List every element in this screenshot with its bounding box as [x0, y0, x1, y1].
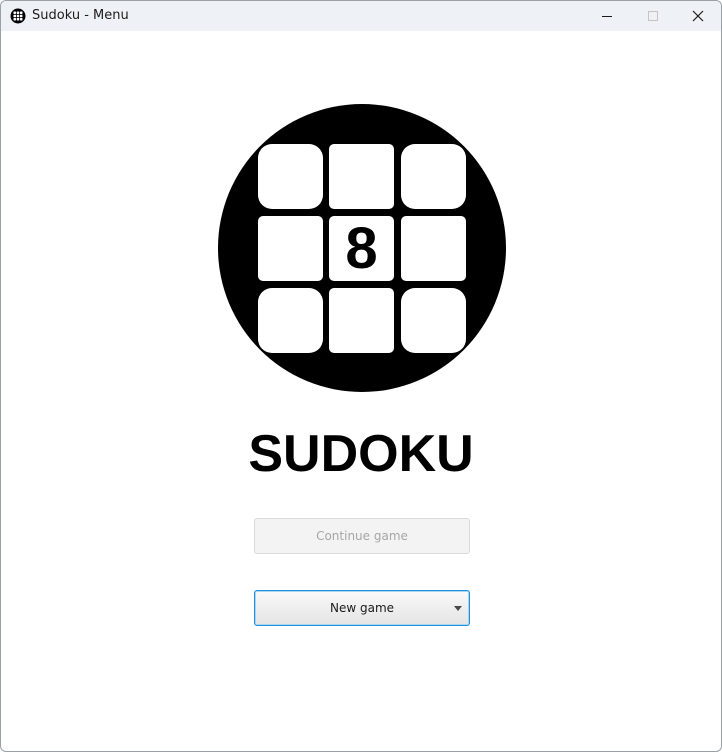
new-game-label: New game [329, 601, 395, 615]
minimize-icon [601, 7, 613, 26]
minimize-button[interactable] [584, 1, 630, 31]
window-title: Sudoku - Menu [32, 8, 129, 23]
new-game-button[interactable]: New game [254, 590, 470, 626]
game-title: SUDOKU [248, 425, 474, 483]
maximize-button[interactable] [630, 1, 676, 31]
caret-down-icon[interactable] [454, 606, 462, 611]
sudoku-grid-icon [10, 8, 26, 24]
logo-center-digit: 8 [345, 216, 377, 281]
maximize-icon [647, 7, 659, 26]
continue-game-button[interactable]: Continue game [254, 518, 470, 554]
close-icon [692, 7, 704, 26]
close-button[interactable] [675, 1, 721, 31]
continue-game-label: Continue game [316, 529, 408, 543]
title-bar[interactable]: Sudoku - Menu [1, 1, 721, 31]
sudoku-logo-icon: 8 [218, 104, 506, 392]
app-window: Sudoku - Menu 8 SUDOKU Continue game New… [0, 0, 722, 752]
